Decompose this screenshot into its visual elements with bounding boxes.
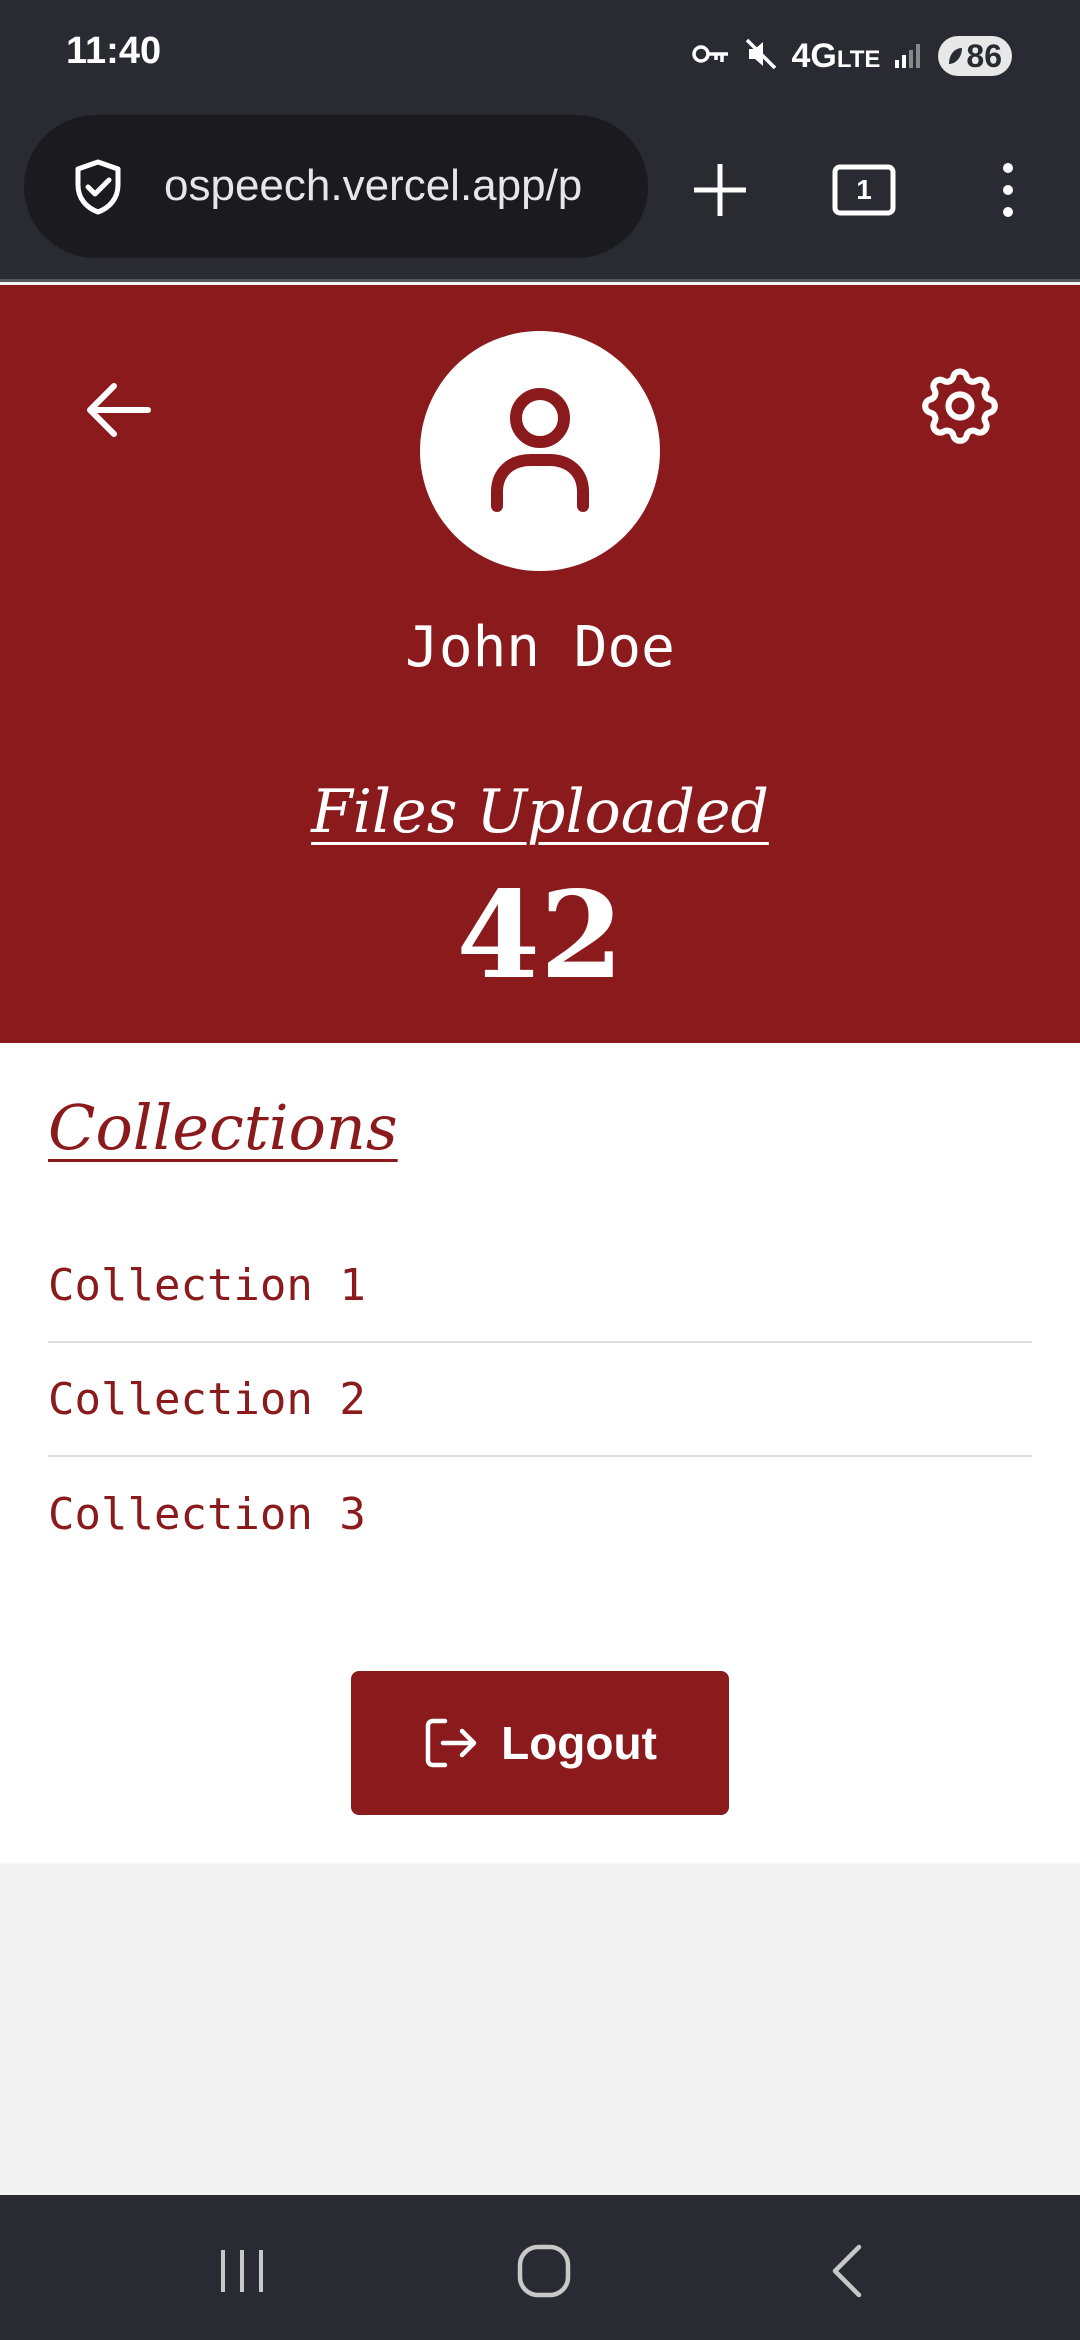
- mute-icon: [744, 37, 778, 76]
- home-icon: [517, 2244, 571, 2298]
- arrow-left-icon: [87, 383, 151, 437]
- address-bar[interactable]: ospeech.vercel.app/p: [24, 115, 648, 258]
- recent-apps-button[interactable]: [202, 2231, 282, 2311]
- battery-level: 86: [966, 37, 1002, 74]
- user-icon: [491, 388, 589, 512]
- vpn-key-icon: [691, 43, 730, 70]
- avatar: [420, 331, 660, 571]
- logout-button[interactable]: Logout: [351, 1671, 729, 1815]
- chevron-left-icon: [832, 2244, 862, 2298]
- shield-check-icon[interactable]: [68, 157, 128, 217]
- home-button[interactable]: [504, 2231, 584, 2311]
- status-bar: 11:40 4GLTE 86: [0, 0, 1080, 110]
- collection-item[interactable]: Collection 1: [48, 1229, 1032, 1343]
- recent-apps-icon: [221, 2250, 263, 2292]
- collections-title: Collections: [48, 1091, 398, 1164]
- back-button[interactable]: [76, 368, 160, 452]
- collection-item[interactable]: Collection 2: [48, 1343, 1032, 1457]
- signal-icon: [894, 40, 924, 73]
- system-navigation-bar: [0, 2195, 1080, 2340]
- collection-item[interactable]: Collection 3: [48, 1457, 1032, 1571]
- browser-menu-button[interactable]: [968, 150, 1048, 230]
- files-uploaded-label: Files Uploaded: [311, 777, 769, 847]
- battery-indicator: 86: [938, 36, 1012, 76]
- url-fade: [578, 115, 648, 258]
- collection-list: Collection 1 Collection 2 Collection 3: [48, 1229, 1032, 1571]
- status-icons: 4GLTE 86: [691, 34, 1012, 78]
- back-nav-button[interactable]: [808, 2231, 888, 2311]
- profile-header: John Doe Files Uploaded 42: [0, 285, 1080, 1043]
- url-text[interactable]: ospeech.vercel.app/p: [164, 161, 582, 211]
- collections-section: Collections Collection 1 Collection 2 Co…: [0, 1043, 1080, 1863]
- logout-icon: [425, 1718, 477, 1768]
- tab-count: 1: [856, 174, 872, 205]
- files-uploaded-count: 42: [456, 865, 624, 1006]
- plus-icon: [694, 164, 746, 216]
- browser-toolbar: ospeech.vercel.app/p 1: [0, 110, 1080, 282]
- gear-icon: [922, 368, 998, 444]
- logout-label: Logout: [501, 1717, 657, 1769]
- tab-switcher-button[interactable]: 1: [824, 150, 904, 230]
- network-type: 4GLTE: [791, 36, 881, 75]
- new-tab-button[interactable]: [680, 150, 760, 230]
- status-time: 11:40: [66, 30, 162, 72]
- settings-button[interactable]: [914, 360, 1006, 452]
- more-vertical-icon: [1003, 163, 1013, 217]
- battery-saver-icon: [949, 48, 963, 64]
- user-name: John Doe: [405, 615, 675, 680]
